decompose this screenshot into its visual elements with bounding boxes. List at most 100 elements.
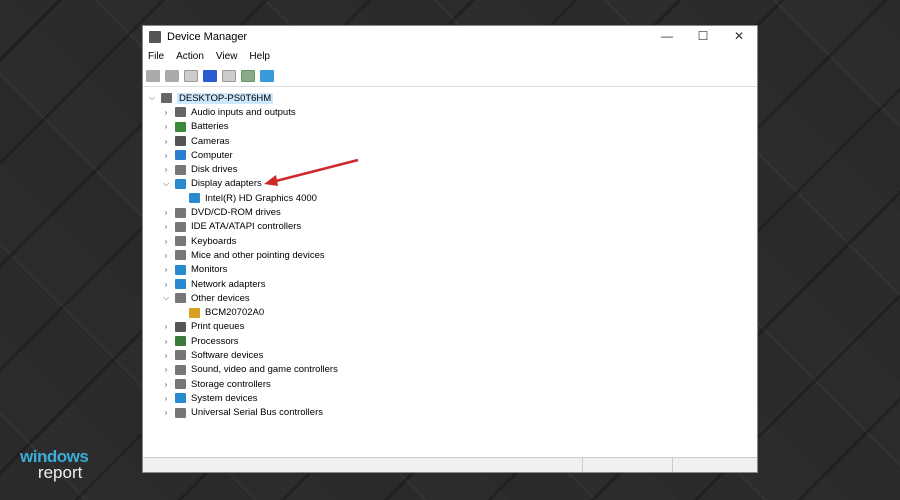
- chevron-right-icon[interactable]: ›: [161, 108, 171, 117]
- chevron-down-icon[interactable]: ⌵: [147, 93, 157, 103]
- chevron-right-icon[interactable]: ›: [161, 280, 171, 289]
- device-category-icon: [175, 121, 186, 132]
- tree-root[interactable]: ⌵ DESKTOP-PS0T6HM: [143, 91, 757, 105]
- device-category-icon: [175, 379, 186, 390]
- chevron-right-icon[interactable]: ›: [161, 208, 171, 217]
- monitor-icon[interactable]: [260, 69, 274, 82]
- chevron-right-icon[interactable]: ›: [161, 408, 171, 417]
- tree-category[interactable]: › Processors: [143, 334, 757, 348]
- device-category-icon: [175, 136, 186, 147]
- chevron-right-icon[interactable]: ›: [161, 165, 171, 174]
- category-label: Computer: [191, 149, 233, 161]
- device-category-icon: [175, 407, 186, 418]
- category-label: DVD/CD-ROM drives: [191, 207, 281, 219]
- category-label: Display adapters: [191, 178, 262, 190]
- category-label: Disk drives: [191, 164, 238, 176]
- chevron-right-icon[interactable]: ›: [161, 222, 171, 231]
- device-tree: ⌵ DESKTOP-PS0T6HM › Audio inputs and outp…: [143, 91, 757, 456]
- device-category-icon: [175, 321, 186, 332]
- window-title: Device Manager: [167, 30, 248, 43]
- tree-device[interactable]: Intel(R) HD Graphics 4000: [143, 191, 757, 205]
- root-label: DESKTOP-PS0T6HM: [177, 92, 274, 104]
- category-label: Sound, video and game controllers: [191, 364, 338, 376]
- category-label: Monitors: [191, 264, 228, 276]
- category-label: Processors: [191, 335, 239, 347]
- device-category-icon: [175, 293, 186, 304]
- menu-bar: File Action View Help: [143, 47, 757, 65]
- tree-device[interactable]: BCM20702A0: [143, 305, 757, 319]
- tree-category[interactable]: › Batteries: [143, 120, 757, 134]
- device-category-icon: [175, 164, 186, 175]
- category-label: Mice and other pointing devices: [191, 249, 325, 261]
- tree-category[interactable]: › Monitors: [143, 263, 757, 277]
- device-category-icon: [175, 250, 186, 261]
- device-category-icon: [175, 364, 186, 375]
- tree-category[interactable]: › IDE ATA/ATAPI controllers: [143, 220, 757, 234]
- chevron-right-icon[interactable]: ›: [161, 380, 171, 389]
- device-category-icon: [175, 236, 186, 247]
- tree-category[interactable]: › Network adapters: [143, 277, 757, 291]
- device-manager-window: Device Manager — ☐ ✕ File Action View He…: [142, 25, 758, 473]
- maximize-button[interactable]: ☐: [685, 26, 721, 46]
- status-bar: [143, 457, 757, 472]
- menu-view[interactable]: View: [216, 51, 238, 62]
- tree-category[interactable]: › DVD/CD-ROM drives: [143, 205, 757, 219]
- chevron-right-icon[interactable]: ›: [161, 251, 171, 260]
- device-category-icon: [175, 264, 186, 275]
- update-driver-icon[interactable]: [222, 69, 236, 82]
- menu-file[interactable]: File: [148, 51, 164, 62]
- tree-category[interactable]: › Storage controllers: [143, 377, 757, 391]
- tree-category[interactable]: › System devices: [143, 391, 757, 405]
- computer-icon: [161, 93, 172, 104]
- chevron-right-icon[interactable]: ›: [161, 122, 171, 131]
- tree-category[interactable]: › Computer: [143, 148, 757, 162]
- tree-category[interactable]: › Print queues: [143, 320, 757, 334]
- chevron-right-icon[interactable]: ›: [161, 322, 171, 331]
- properties-icon[interactable]: [184, 69, 198, 82]
- tree-category[interactable]: › Keyboards: [143, 234, 757, 248]
- annotation-arrow: [264, 158, 359, 186]
- help-icon[interactable]: [203, 69, 217, 82]
- close-button[interactable]: ✕: [721, 26, 757, 46]
- forward-icon[interactable]: [165, 69, 179, 82]
- tree-category[interactable]: › Mice and other pointing devices: [143, 248, 757, 262]
- tree-category[interactable]: › Cameras: [143, 134, 757, 148]
- minimize-button[interactable]: —: [649, 26, 685, 46]
- warning-device-icon: [189, 307, 200, 318]
- category-label: Universal Serial Bus controllers: [191, 407, 323, 419]
- menu-action[interactable]: Action: [176, 51, 204, 62]
- chevron-right-icon[interactable]: ›: [161, 265, 171, 274]
- category-label: Keyboards: [191, 235, 237, 247]
- category-label: Network adapters: [191, 278, 266, 290]
- menu-help[interactable]: Help: [249, 51, 270, 62]
- device-label: BCM20702A0: [205, 307, 265, 319]
- device-category-icon: [175, 150, 186, 161]
- tree-category[interactable]: › Sound, video and game controllers: [143, 363, 757, 377]
- chevron-down-icon[interactable]: ⌵: [161, 293, 171, 303]
- tree-category[interactable]: ⌵ Display adapters: [143, 177, 757, 191]
- chevron-down-icon[interactable]: ⌵: [161, 179, 171, 189]
- category-label: Audio inputs and outputs: [191, 106, 296, 118]
- back-icon[interactable]: [146, 69, 160, 82]
- title-bar: Device Manager — ☐ ✕: [143, 26, 757, 47]
- device-icon: [189, 193, 200, 204]
- tree-category[interactable]: › Universal Serial Bus controllers: [143, 406, 757, 420]
- category-label: System devices: [191, 392, 258, 404]
- chevron-right-icon[interactable]: ›: [161, 351, 171, 360]
- tree-category[interactable]: ⌵ Other devices: [143, 291, 757, 305]
- device-category-icon: [175, 350, 186, 361]
- device-category-icon: [175, 279, 186, 289]
- chevron-right-icon[interactable]: ›: [161, 365, 171, 374]
- chevron-right-icon[interactable]: ›: [161, 151, 171, 160]
- device-category-icon: [175, 393, 186, 404]
- category-label: Print queues: [191, 321, 245, 333]
- chevron-right-icon[interactable]: ›: [161, 337, 171, 346]
- tree-category[interactable]: › Audio inputs and outputs: [143, 105, 757, 119]
- tree-category[interactable]: › Disk drives: [143, 162, 757, 176]
- chevron-right-icon[interactable]: ›: [161, 237, 171, 246]
- device-category-icon: [175, 207, 186, 218]
- scan-hardware-icon[interactable]: [241, 69, 255, 82]
- chevron-right-icon[interactable]: ›: [161, 137, 171, 146]
- tree-category[interactable]: › Software devices: [143, 348, 757, 362]
- chevron-right-icon[interactable]: ›: [161, 394, 171, 403]
